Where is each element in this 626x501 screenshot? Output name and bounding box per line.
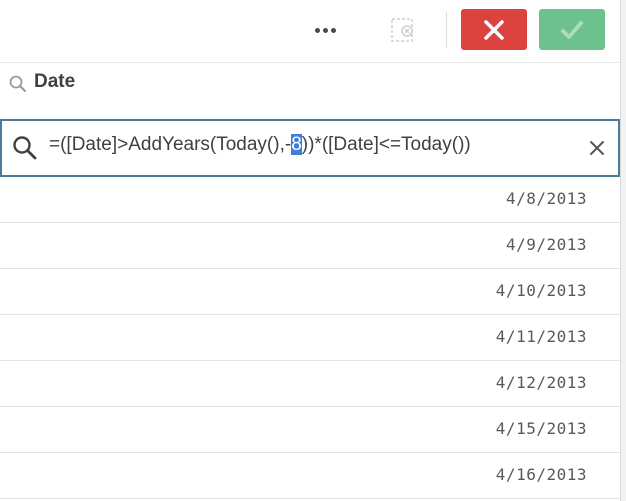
clear-search-button[interactable] [588, 139, 606, 157]
list-item[interactable]: 4/9/2013 [0, 223, 620, 269]
list-item[interactable]: 4/15/2013 [0, 407, 620, 453]
selection-toolbar [0, 0, 626, 62]
search-expression-text[interactable]: =([Date]>AddYears(Today(),-8))*([Date]<=… [49, 134, 471, 156]
expression-suffix: ))*([Date]<=Today()) [301, 134, 471, 155]
cancel-selection-button[interactable] [461, 9, 527, 50]
ellipsis-icon-dot [322, 27, 328, 33]
list-item-value: 4/9/2013 [505, 235, 587, 254]
clear-selections-button[interactable] [389, 16, 417, 44]
list-item-value: 4/10/2013 [495, 281, 587, 300]
field-header: Date [0, 62, 620, 119]
check-icon [561, 20, 583, 39]
list-item-value: 4/15/2013 [495, 419, 587, 438]
search-icon [13, 136, 37, 160]
list-item[interactable]: 4/10/2013 [0, 269, 620, 315]
list-item[interactable]: 4/11/2013 [0, 315, 620, 361]
search-expression-input[interactable]: =([Date]>AddYears(Today(),-8))*([Date]<=… [0, 119, 620, 177]
field-values-list: 4/8/2013 4/9/2013 4/10/2013 4/11/2013 4/… [0, 177, 620, 499]
toolbar-divider [446, 12, 447, 48]
list-item-value: 4/12/2013 [495, 373, 587, 392]
confirm-selection-button[interactable] [539, 9, 605, 50]
list-item-value: 4/11/2013 [495, 327, 587, 346]
expression-prefix: =([Date]>AddYears(Today(),- [49, 134, 292, 155]
ellipsis-icon [314, 27, 320, 33]
search-icon [9, 75, 26, 92]
clear-selections-icon [391, 18, 413, 42]
list-item[interactable]: 4/8/2013 [0, 177, 620, 223]
close-icon [484, 19, 504, 40]
close-icon [590, 141, 604, 155]
more-options-button[interactable] [306, 14, 344, 46]
panel-edge [620, 0, 626, 501]
list-item[interactable]: 4/12/2013 [0, 361, 620, 407]
field-title: Date [34, 71, 76, 92]
ellipsis-icon-dot [330, 27, 336, 33]
list-item[interactable]: 4/16/2013 [0, 453, 620, 499]
expression-selected-text: 8 [291, 134, 302, 155]
list-item-value: 4/16/2013 [495, 465, 587, 484]
list-item-value: 4/8/2013 [505, 189, 587, 208]
